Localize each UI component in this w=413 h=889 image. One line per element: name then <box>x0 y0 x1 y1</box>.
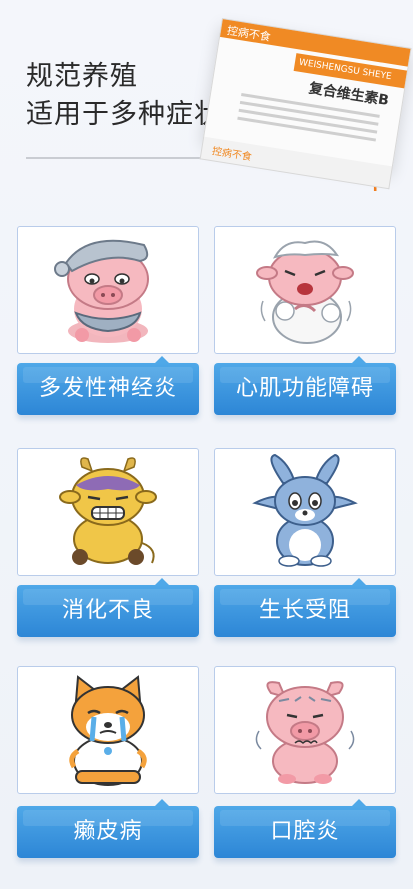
sick-sheep-icon <box>256 240 354 344</box>
product-brand: 控病不食 <box>226 24 272 44</box>
crying-dog-icon <box>69 675 147 786</box>
symptom-label-pellagra: 癞皮病 <box>17 799 199 858</box>
sick-pig-icon <box>54 239 149 343</box>
sick-pig-2-icon <box>255 681 355 784</box>
symptom-card <box>214 448 396 576</box>
symptom-card <box>214 226 396 354</box>
symptom-label-myocardial-dysfunction: 心肌功能障碍 <box>214 356 396 415</box>
symptom-label-indigestion: 消化不良 <box>17 578 199 637</box>
symptom-label-growth-retardation: 生长受阻 <box>214 578 396 637</box>
product-box-image: 控病不食 WEISHENGSU SHEYE 复合维生素B 控病不食 <box>197 18 413 207</box>
title-line-2: 适用于多种症状 <box>26 99 222 130</box>
symptom-card <box>214 666 396 794</box>
sick-cow-icon <box>59 457 157 565</box>
symptom-label-stomatitis: 口腔炎 <box>214 799 396 858</box>
product-side-brand: 控病不食 <box>211 146 253 164</box>
symptom-card <box>17 226 199 354</box>
symptom-card <box>17 666 199 794</box>
symptom-card <box>17 448 199 576</box>
sick-rabbit-icon <box>252 453 358 567</box>
page-title: 规范养殖 适用于多种症状 <box>26 58 222 134</box>
title-line-1: 规范养殖 <box>26 61 138 92</box>
symptom-label-polyneuritis: 多发性神经炎 <box>17 356 199 415</box>
